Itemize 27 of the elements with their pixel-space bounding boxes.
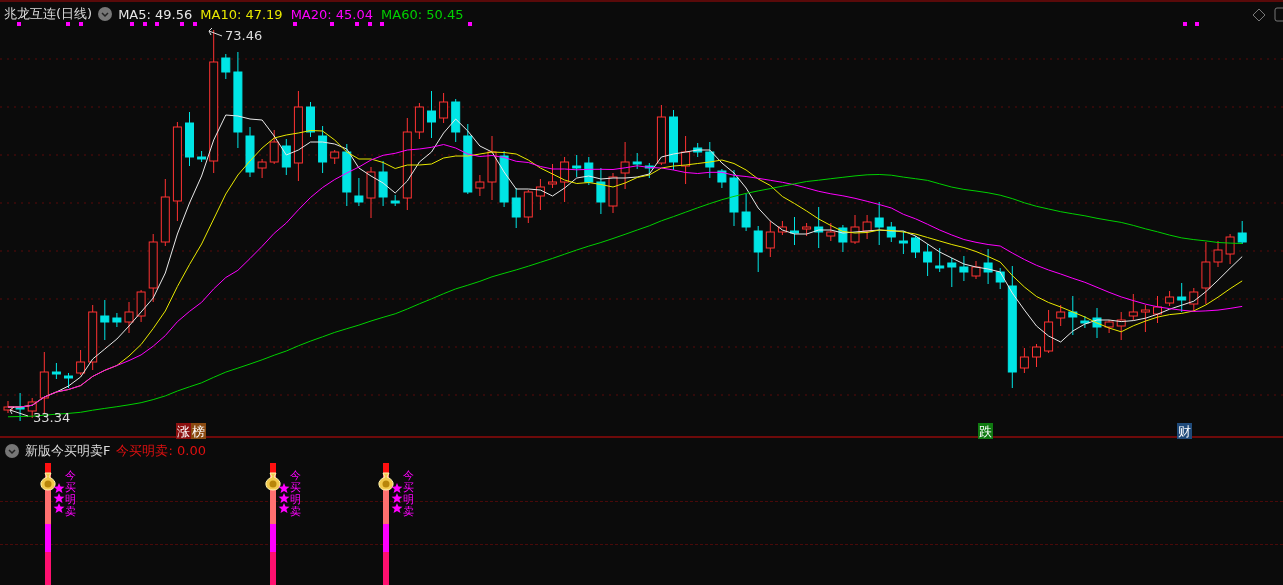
dropdown-icon[interactable] xyxy=(98,7,113,21)
event-tag: 涨 xyxy=(176,423,191,439)
money-bag-icon xyxy=(377,471,395,491)
money-bag-icon xyxy=(264,471,282,491)
dropdown-icon[interactable] xyxy=(5,444,19,458)
ma-reading: MA20: 45.04 xyxy=(290,6,374,22)
indicator-title: 新版今买明卖F xyxy=(25,442,111,460)
pointer-arrow-icon xyxy=(208,27,223,37)
ma-reading: MA10: 47.19 xyxy=(200,6,283,22)
money-bag-icon xyxy=(39,471,57,491)
stars-icon xyxy=(53,483,65,513)
stars-icon xyxy=(278,483,290,513)
indicator-reading: 今买明卖: 0.00 xyxy=(116,442,206,460)
signal-label: 今买明卖 xyxy=(290,470,301,519)
stock-title: 兆龙互连(日线) xyxy=(4,5,93,23)
signal-label: 今买明卖 xyxy=(65,470,76,519)
event-tag: 跌 xyxy=(978,423,993,439)
signal-label: 今买明卖 xyxy=(403,470,414,519)
pointer-arrow-icon xyxy=(9,406,29,417)
high-price-label: 73.46 xyxy=(225,28,263,43)
event-tag: 榜 xyxy=(191,423,206,439)
ma-reading: MA60: 50.45 xyxy=(381,6,464,22)
ma-reading: MA5: 49.56 xyxy=(118,6,193,22)
diamond-icon[interactable] xyxy=(1252,8,1266,22)
stars-icon xyxy=(391,483,403,513)
low-price-label: 33.34 xyxy=(33,410,71,425)
event-tag: 财 xyxy=(1177,423,1192,439)
